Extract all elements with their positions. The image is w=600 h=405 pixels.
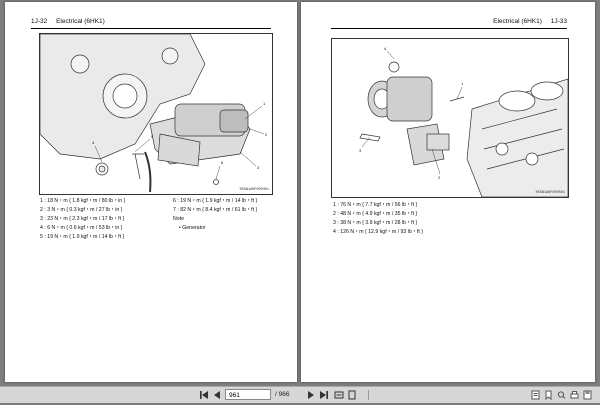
fit-page-button[interactable] bbox=[346, 388, 358, 402]
figure-code: RXSW1AHF000501 bbox=[535, 191, 565, 195]
torque-item: 2 : 3 N・m { 0.3 kgf・m / 27 lb・in } bbox=[40, 207, 123, 213]
torque-item: 3 : 23 N・m { 2.3 kgf・m / 17 lb・ft } bbox=[40, 216, 125, 222]
thumbnails-icon bbox=[531, 390, 539, 400]
torque-list-left: 1 : 18 N・m { 1.8 kgf・m / 80 lb・in } 2 : … bbox=[40, 197, 125, 242]
section-title: Electrical (6HK1) bbox=[56, 18, 105, 25]
svg-text:3: 3 bbox=[257, 165, 260, 170]
viewer-toolbar: 961 / 966 bbox=[0, 386, 600, 403]
bookmark-icon bbox=[545, 390, 551, 401]
prev-page-icon bbox=[214, 391, 220, 399]
page-number: 1J-33 bbox=[550, 18, 567, 25]
section-title: Electrical (6HK1) bbox=[493, 18, 542, 25]
fit-page-icon bbox=[348, 390, 356, 400]
torque-item: 7 : 82 N・m { 8.4 kgf・m / 61 lb・ft } bbox=[173, 207, 258, 213]
svg-text:2: 2 bbox=[265, 132, 268, 137]
svg-text:6: 6 bbox=[221, 160, 224, 165]
next-page-icon bbox=[308, 391, 314, 399]
svg-text:1: 1 bbox=[461, 81, 464, 86]
document-page-right: Electrical (6HK1) 1J-33 4 3 2 1 RXSW1AHF… bbox=[301, 2, 595, 382]
torque-item: 1 : 18 N・m { 1.8 kgf・m / 80 lb・in } bbox=[40, 198, 126, 204]
prev-page-button[interactable] bbox=[211, 388, 223, 402]
document-page-left: 1J-32 Electrical (6HK1) 1 2 3 4 5 6 RXSW… bbox=[5, 2, 297, 382]
thumbnails-button[interactable] bbox=[530, 388, 540, 402]
svg-text:1: 1 bbox=[263, 101, 266, 106]
torque-item: 4 : 6 N・m { 0.6 kgf・m / 53 lb・in } bbox=[40, 225, 123, 231]
search-button[interactable] bbox=[556, 388, 566, 402]
fit-width-icon bbox=[334, 391, 344, 399]
header-rule bbox=[31, 28, 271, 29]
torque-item: 5 : 19 N・m { 1.9 kgf・m / 14 lb・ft } bbox=[40, 234, 125, 240]
header-rule bbox=[331, 28, 567, 29]
save-button[interactable] bbox=[582, 388, 592, 402]
torque-item: 3 : 38 N・m { 3.9 kgf・m / 28 lb・ft } bbox=[333, 220, 418, 226]
svg-text:2: 2 bbox=[438, 175, 441, 180]
generator-drawing: 4 3 2 1 bbox=[359, 46, 568, 197]
starter-motor-illustration: 1 2 3 4 5 6 RXSW1AHF000401 bbox=[39, 33, 273, 195]
torque-list-right: 1 : 76 N・m { 7.7 kgf・m / 56 lb・ft } 2 : … bbox=[333, 201, 423, 237]
page-number-input[interactable]: 961 bbox=[225, 389, 271, 400]
torque-item: 4 : 126 N・m { 12.9 kgf・m / 93 lb・ft } bbox=[333, 229, 423, 235]
figure-code: RXSW1AHF000401 bbox=[239, 188, 269, 192]
torque-item: 2 : 48 N・m { 4.9 kgf・m / 35 lb・ft } bbox=[333, 211, 418, 217]
page-total: / 966 bbox=[275, 391, 290, 398]
print-button[interactable] bbox=[569, 388, 579, 402]
page-number: 1J-32 bbox=[31, 18, 48, 25]
note-title: Note bbox=[173, 216, 184, 222]
svg-text:4: 4 bbox=[384, 46, 387, 51]
page-header: 1J-32 Electrical (6HK1) bbox=[31, 18, 105, 25]
print-icon bbox=[570, 391, 578, 399]
last-page-button[interactable] bbox=[318, 388, 330, 402]
fit-width-button[interactable] bbox=[333, 388, 345, 402]
generator-illustration: 4 3 2 1 RXSW1AHF000501 bbox=[331, 38, 569, 198]
first-page-icon bbox=[200, 391, 208, 399]
torque-item: 6 : 19 N・m { 1.9 kgf・m / 14 lb・ft } bbox=[173, 198, 258, 204]
save-icon bbox=[583, 390, 591, 400]
note-item-text: Generator bbox=[182, 225, 206, 231]
torque-list-left-col2: 6 : 19 N・m { 1.9 kgf・m / 14 lb・ft } 7 : … bbox=[173, 197, 257, 233]
last-page-icon bbox=[320, 391, 328, 399]
next-page-button[interactable] bbox=[305, 388, 317, 402]
first-page-button[interactable] bbox=[198, 388, 210, 402]
svg-text:3: 3 bbox=[359, 148, 362, 153]
toolbar-separator bbox=[368, 390, 369, 400]
starter-motor-drawing: 1 2 3 4 5 6 bbox=[40, 34, 268, 193]
search-icon bbox=[557, 391, 565, 399]
page-header: Electrical (6HK1) 1J-33 bbox=[493, 18, 567, 25]
note-item: • Generator bbox=[179, 225, 206, 231]
bookmark-button[interactable] bbox=[543, 388, 553, 402]
torque-item: 1 : 76 N・m { 7.7 kgf・m / 56 lb・ft } bbox=[333, 202, 418, 208]
